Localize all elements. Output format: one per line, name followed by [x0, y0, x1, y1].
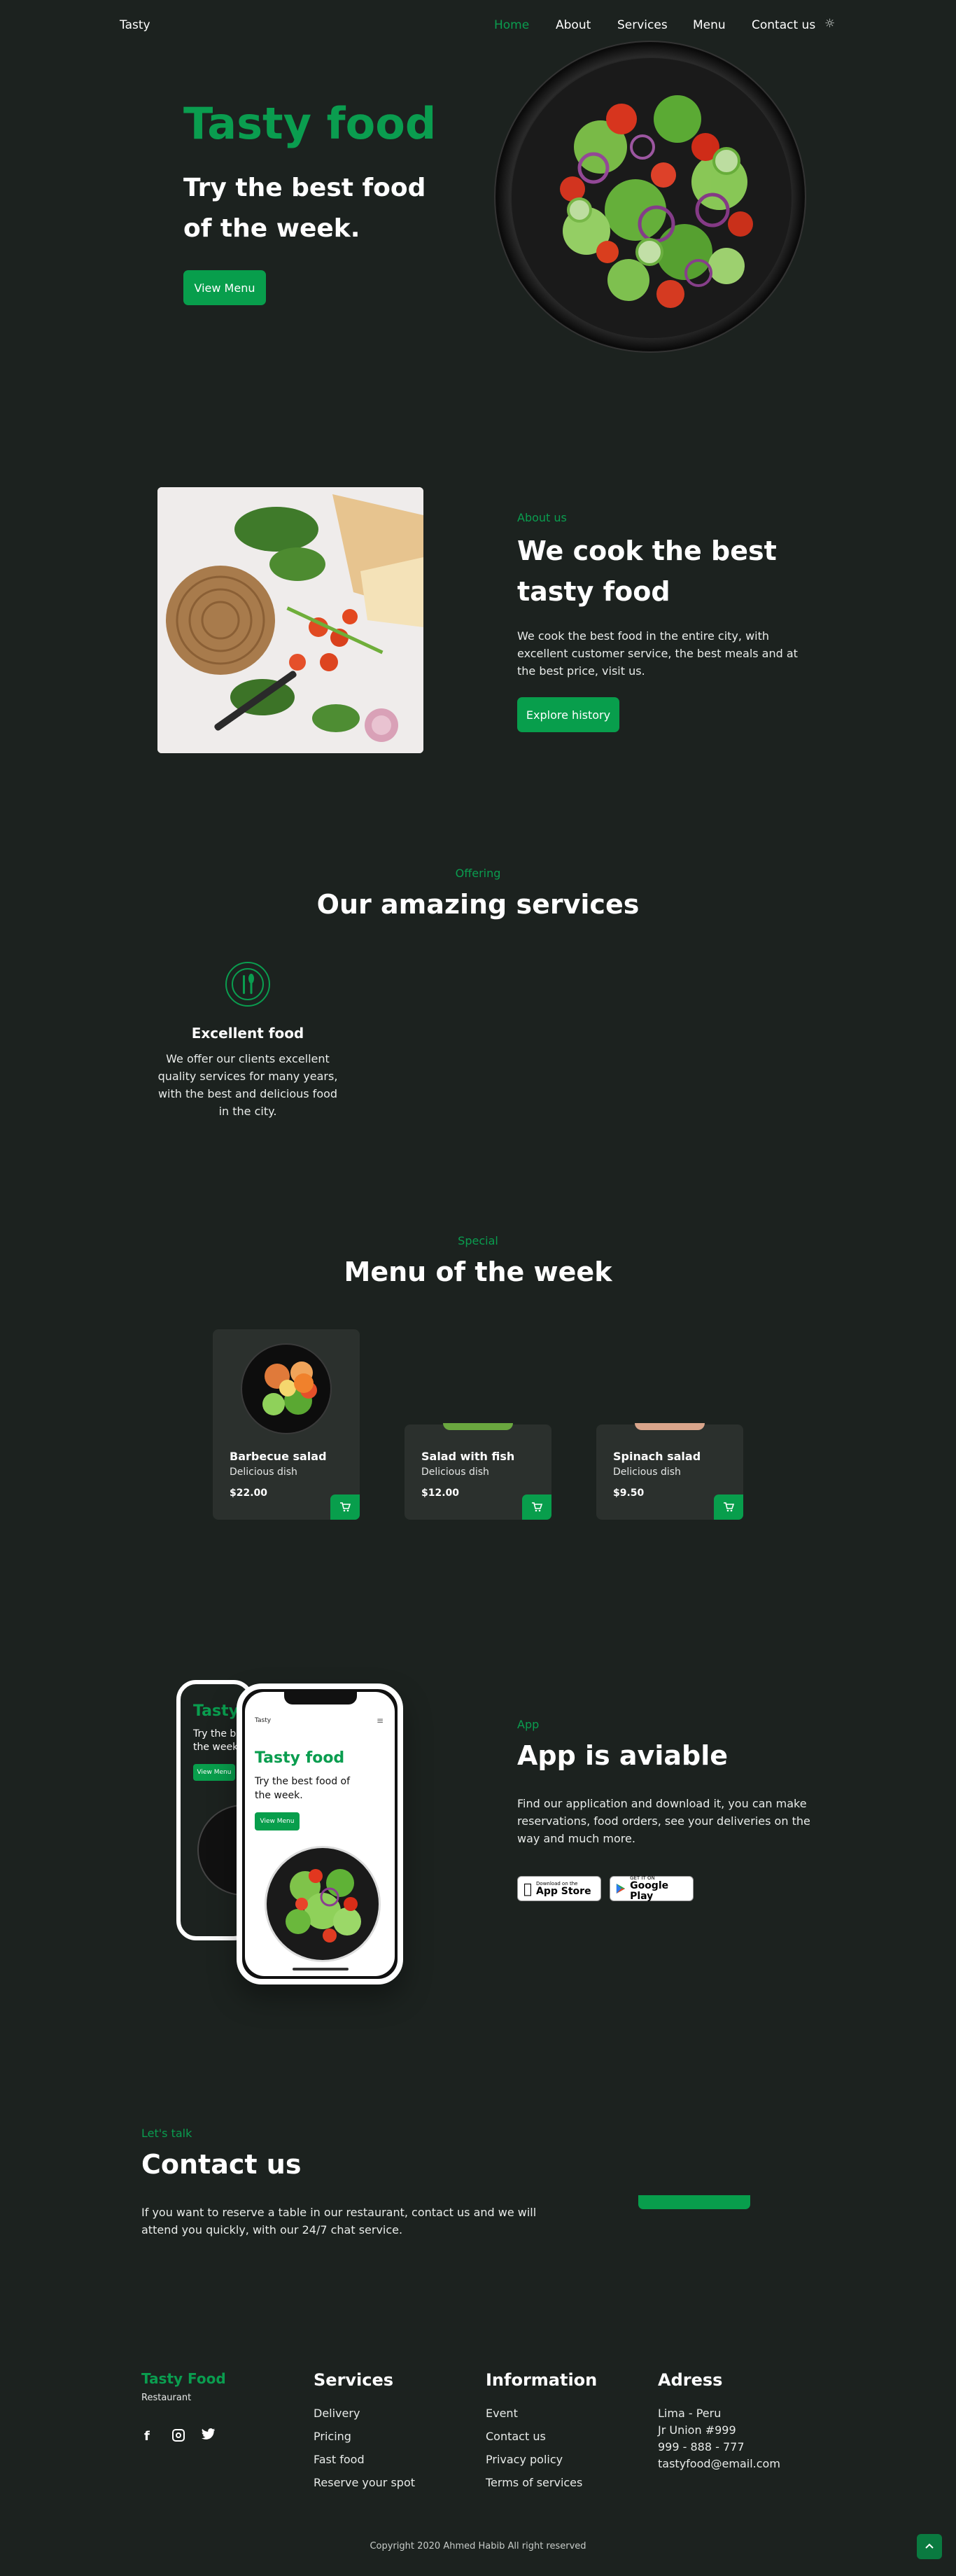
- phone-salad-image: [265, 1846, 381, 1962]
- menu-item-price: $9.50: [613, 1488, 645, 1499]
- app-text: Find our application and download it, yo…: [517, 1797, 810, 1845]
- menu-title: Menu of the week: [344, 1256, 612, 1287]
- service-title: Excellent food: [191, 1025, 304, 1042]
- menu-item-desc: Delicious dish: [421, 1466, 489, 1478]
- phone-screen: Tasty ≡ Tasty food Try the best food of …: [245, 1692, 395, 1976]
- cart-icon: [340, 1502, 351, 1512]
- menu-item-desc: Delicious dish: [230, 1466, 297, 1478]
- menu-card-1: Barbecue salad Delicious dish $22.00: [213, 1329, 360, 1520]
- footer-link-delivery[interactable]: Delivery: [314, 2407, 360, 2420]
- nav-about[interactable]: About: [556, 18, 591, 32]
- phone-menu-icon: ≡: [377, 1716, 384, 1726]
- facebook-icon[interactable]: f: [144, 2429, 150, 2444]
- footer-address-phone: 999 - 888 - 777: [658, 2440, 745, 2454]
- services-title: Our amazing services: [316, 889, 640, 920]
- footer-services-title: Services: [314, 2370, 394, 2390]
- barbecue-salad-image: [241, 1343, 332, 1434]
- cutlery-icon: [232, 968, 264, 1000]
- footer-link-privacy[interactable]: Privacy policy: [486, 2453, 563, 2466]
- hero-title: Tasty food: [183, 98, 437, 149]
- hero-salad-image: [494, 41, 806, 353]
- salad-with-fish-image: [443, 1423, 513, 1430]
- phone-view-menu-button: View Menu: [255, 1812, 300, 1830]
- service-icon-circle: [225, 962, 270, 1007]
- phone-front-mockup: Tasty ≡ Tasty food Try the best food of …: [237, 1684, 403, 1984]
- spinach-salad-image: [635, 1423, 705, 1430]
- phone-subtitle: Try the best food of the week.: [255, 1776, 351, 1801]
- footer-link-pricing[interactable]: Pricing: [314, 2430, 351, 2443]
- nav-contact[interactable]: Contact us: [752, 18, 815, 32]
- contact-text: If you want to reserve a table in our re…: [141, 2206, 537, 2236]
- google-play-icon: [616, 1883, 626, 1894]
- about-tag: About us: [517, 511, 567, 524]
- copyright: Copyright 2020 Ahmed Habib All right res…: [370, 2541, 586, 2552]
- phone-notch: [284, 1692, 357, 1704]
- add-to-cart-button[interactable]: [714, 1494, 743, 1520]
- nav-services[interactable]: Services: [617, 18, 668, 32]
- phone-logo: Tasty: [255, 1717, 272, 1724]
- googleplay-big-text: Google Play: [630, 1880, 669, 1902]
- sun-icon[interactable]: ☼: [824, 17, 835, 31]
- footer-link-contact[interactable]: Contact us: [486, 2430, 546, 2443]
- footer-brand: Tasty Food: [141, 2370, 226, 2387]
- menu-card-3: Spinach salad Delicious dish $9.50: [596, 1423, 743, 1520]
- twitter-icon[interactable]: [202, 2428, 216, 2443]
- add-to-cart-button[interactable]: [522, 1494, 551, 1520]
- instagram-icon[interactable]: [172, 2429, 185, 2442]
- scroll-top-button[interactable]: [917, 2534, 942, 2559]
- app-title: App is aviable: [517, 1740, 728, 1771]
- footer-info-title: Information: [486, 2370, 598, 2390]
- explore-history-button[interactable]: Explore history: [517, 697, 619, 732]
- menu-card-2: Salad with fish Delicious dish $12.00: [405, 1423, 551, 1520]
- apple-icon: : [523, 1880, 532, 1897]
- phone-home-indicator: [293, 1968, 349, 1970]
- menu-item-name: Spinach salad: [613, 1450, 701, 1463]
- phone-back-button: View Menu: [193, 1764, 235, 1781]
- menu-item-price: $12.00: [421, 1488, 460, 1499]
- about-title: We cook the best tasty food: [517, 536, 777, 607]
- footer-link-terms[interactable]: Terms of services: [486, 2476, 582, 2489]
- arrow-up-icon: [925, 2543, 934, 2549]
- footer-address-street: Jr Union #999: [658, 2423, 736, 2437]
- appstore-big-text: App Store: [528, 1885, 591, 1897]
- add-to-cart-button[interactable]: [330, 1494, 360, 1520]
- app-store-badge[interactable]:  Download on the App Store: [517, 1876, 601, 1901]
- menu-item-desc: Delicious dish: [613, 1466, 681, 1478]
- contact-tag: Let's talk: [141, 2127, 192, 2140]
- footer-link-fast-food[interactable]: Fast food: [314, 2453, 365, 2466]
- footer-link-reserve[interactable]: Reserve your spot: [314, 2476, 415, 2489]
- cart-icon: [724, 1502, 734, 1512]
- app-tag: App: [517, 1718, 540, 1731]
- phone-title: Tasty food: [255, 1749, 345, 1767]
- services-tag: Offering: [455, 867, 501, 880]
- about-food-image: [157, 487, 423, 753]
- footer-brand-sub: Restaurant: [141, 2393, 192, 2403]
- footer-address-title: Adress: [658, 2370, 723, 2390]
- hero-subtitle: Try the best food of the week.: [183, 174, 426, 243]
- service-text: We offer our clients excellent quality s…: [157, 1052, 338, 1118]
- footer-address-email: tastyfood@email.com: [658, 2457, 780, 2470]
- footer-address-city: Lima - Peru: [658, 2407, 722, 2420]
- menu-tag: Special: [458, 1234, 498, 1247]
- menu-item-name: Barbecue salad: [230, 1450, 327, 1463]
- contact-button[interactable]: [638, 2195, 750, 2209]
- view-menu-button[interactable]: View Menu: [183, 270, 266, 305]
- about-text: We cook the best food in the entire city…: [517, 629, 798, 678]
- cart-icon: [532, 1502, 542, 1512]
- contact-title: Contact us: [141, 2149, 302, 2180]
- menu-item-price: $22.00: [230, 1488, 268, 1499]
- menu-item-name: Salad with fish: [421, 1450, 515, 1463]
- google-play-badge[interactable]: GET IT ON Google Play: [610, 1875, 694, 1902]
- footer-link-event[interactable]: Event: [486, 2407, 518, 2420]
- nav-menu[interactable]: Menu: [693, 18, 726, 32]
- nav-home[interactable]: Home: [494, 18, 529, 32]
- site-logo[interactable]: Tasty: [120, 18, 150, 32]
